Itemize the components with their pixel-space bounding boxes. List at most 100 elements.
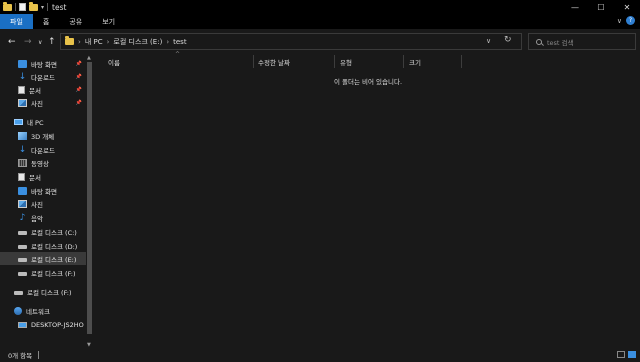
- properties-icon[interactable]: [19, 3, 26, 11]
- column-header-name[interactable]: 이름: [108, 55, 120, 68]
- sidebar-item-label: 바탕 화면: [31, 187, 57, 196]
- tab-home[interactable]: 홈: [33, 14, 59, 29]
- drive-icon: [18, 257, 27, 262]
- search-icon: [536, 38, 542, 45]
- customize-toolbar-icon[interactable]: ▾: [41, 4, 44, 11]
- sidebar-item-label: 로컬 디스크 (D:): [31, 242, 78, 251]
- sidebar-item-label: 3D 개체: [31, 132, 55, 141]
- sidebar-item-videos[interactable]: 동영상: [0, 156, 86, 169]
- sidebar-item-this-pc[interactable]: 내 PC: [0, 115, 86, 128]
- address-bar[interactable]: › 내 PC › 로컬 디스크 (E:) › test: [60, 33, 522, 50]
- sidebar-item-label: 내 PC: [27, 118, 44, 127]
- column-header-size[interactable]: 크기: [409, 55, 421, 68]
- sidebar-item-downloads[interactable]: ↓ 다운로드: [0, 143, 86, 156]
- chevron-right-icon[interactable]: ›: [107, 38, 110, 46]
- divider: [15, 3, 16, 11]
- music-icon: ♪: [19, 212, 26, 223]
- sidebar-item-desktop[interactable]: 바탕 화면 📌: [0, 57, 86, 70]
- sidebar-item-label: 문서: [29, 173, 41, 182]
- chevron-right-icon[interactable]: ›: [78, 38, 81, 46]
- column-divider[interactable]: [403, 55, 404, 68]
- scrollbar-thumb[interactable]: [87, 62, 92, 334]
- sidebar-item-drive-f[interactable]: 로컬 디스크 (F:): [0, 266, 86, 279]
- sidebar-item-documents[interactable]: 문서 📌: [0, 83, 86, 96]
- download-icon: ↓: [18, 144, 27, 155]
- sidebar-item-label: 음악: [31, 214, 43, 223]
- sidebar-scrollbar[interactable]: ▲ ▼: [86, 55, 93, 348]
- expand-ribbon-icon[interactable]: ∨: [617, 17, 622, 25]
- sidebar-item-label: 로컬 디스크 (E:): [31, 255, 77, 264]
- tab-file[interactable]: 파일: [0, 14, 33, 29]
- back-button[interactable]: ←: [8, 37, 16, 47]
- column-divider[interactable]: [334, 55, 335, 68]
- address-dropdown-button[interactable]: ∨: [486, 37, 491, 45]
- sidebar-item-drive-d[interactable]: 로컬 디스크 (D:): [0, 239, 86, 252]
- computer-icon: [18, 321, 27, 328]
- sidebar-item-desktop[interactable]: 바탕 화면: [0, 184, 86, 197]
- sidebar-item-label: 사진: [31, 99, 43, 108]
- sidebar-item-documents[interactable]: 문서: [0, 170, 86, 183]
- large-icons-view-icon[interactable]: [628, 351, 636, 358]
- network-icon: [14, 306, 22, 315]
- sidebar-item-downloads[interactable]: ↓ 다운로드 📌: [0, 70, 86, 83]
- sidebar-item-label: 사진: [31, 200, 43, 209]
- quick-access-toolbar: ▾: [0, 1, 49, 11]
- tab-view[interactable]: 보기: [92, 14, 125, 29]
- forward-button[interactable]: →: [24, 37, 32, 47]
- breadcrumb-drive-e[interactable]: 로컬 디스크 (E:): [113, 37, 162, 47]
- sidebar-item-label: 바탕 화면: [31, 60, 57, 69]
- 3d-objects-icon: [18, 131, 27, 140]
- recent-locations-button[interactable]: ∨: [38, 39, 42, 46]
- column-header-date-modified[interactable]: 수정한 날짜: [258, 55, 290, 68]
- sidebar-item-pictures[interactable]: 사진 📌: [0, 96, 86, 109]
- close-button[interactable]: ✕: [614, 0, 640, 14]
- sidebar-item-label: 동영상: [31, 159, 49, 168]
- sidebar-item-pictures[interactable]: 사진: [0, 197, 86, 210]
- document-icon: [18, 85, 25, 94]
- up-button[interactable]: ↑: [48, 37, 56, 47]
- sidebar-item-drive-f-root[interactable]: 로컬 디스크 (F:): [0, 285, 86, 298]
- tab-share[interactable]: 공유: [59, 14, 92, 29]
- window-title: test: [52, 2, 67, 12]
- chevron-right-icon[interactable]: ›: [166, 38, 169, 46]
- ribbon-tabs: 파일 홈 공유 보기 ∨ ?: [0, 14, 640, 29]
- refresh-button[interactable]: ↻: [504, 35, 512, 45]
- column-header-type[interactable]: 유형: [340, 55, 352, 68]
- drive-icon: [14, 290, 23, 295]
- maximize-button[interactable]: ☐: [588, 0, 614, 14]
- search-input[interactable]: test 검색: [528, 33, 636, 50]
- status-bar: 0개 항목: [0, 348, 640, 362]
- help-icon[interactable]: ?: [626, 16, 635, 25]
- sidebar-item-label: 다운로드: [31, 73, 55, 82]
- sort-ascending-icon: ^: [175, 51, 181, 58]
- details-view-icon[interactable]: [617, 351, 625, 358]
- sidebar-item-drive-e[interactable]: 로컬 디스크 (E:): [0, 252, 86, 265]
- search-placeholder: test 검색: [547, 38, 574, 47]
- computer-icon: [14, 118, 23, 125]
- column-divider[interactable]: [253, 55, 254, 68]
- drive-icon: [18, 230, 27, 235]
- sidebar-item-3d-objects[interactable]: 3D 개체: [0, 129, 86, 142]
- sidebar-item-label: 다운로드: [31, 146, 55, 155]
- pin-icon: 📌: [75, 60, 82, 67]
- item-count: 0개 항목: [8, 352, 33, 360]
- sidebar-item-music[interactable]: ♪ 음악: [0, 211, 86, 224]
- file-list[interactable]: ^ 이름 수정한 날짜 유형 크기 이 폴더는 비어 있습니다.: [96, 51, 640, 348]
- new-folder-icon[interactable]: [29, 1, 38, 11]
- sidebar-item-drive-c[interactable]: 로컬 디스크 (C:): [0, 225, 86, 238]
- sidebar-item-label: 로컬 디스크 (C:): [31, 228, 77, 237]
- folder-icon: [65, 36, 74, 45]
- breadcrumb-test[interactable]: test: [173, 38, 186, 46]
- desktop-icon: [18, 186, 27, 195]
- breadcrumb-this-pc[interactable]: 내 PC: [85, 37, 103, 47]
- scroll-up-icon[interactable]: ▲: [87, 55, 91, 61]
- column-divider[interactable]: [461, 55, 462, 68]
- sidebar-item-desktop-js2ho[interactable]: DESKTOP-JS2HO: [0, 318, 86, 331]
- minimize-button[interactable]: —: [562, 0, 588, 14]
- pin-icon: 📌: [75, 99, 82, 106]
- download-icon: ↓: [18, 71, 27, 82]
- desktop-icon: [18, 59, 27, 68]
- divider: [38, 351, 40, 359]
- sidebar-item-label: 네트워크: [26, 307, 50, 316]
- sidebar-item-network[interactable]: 네트워크: [0, 304, 86, 317]
